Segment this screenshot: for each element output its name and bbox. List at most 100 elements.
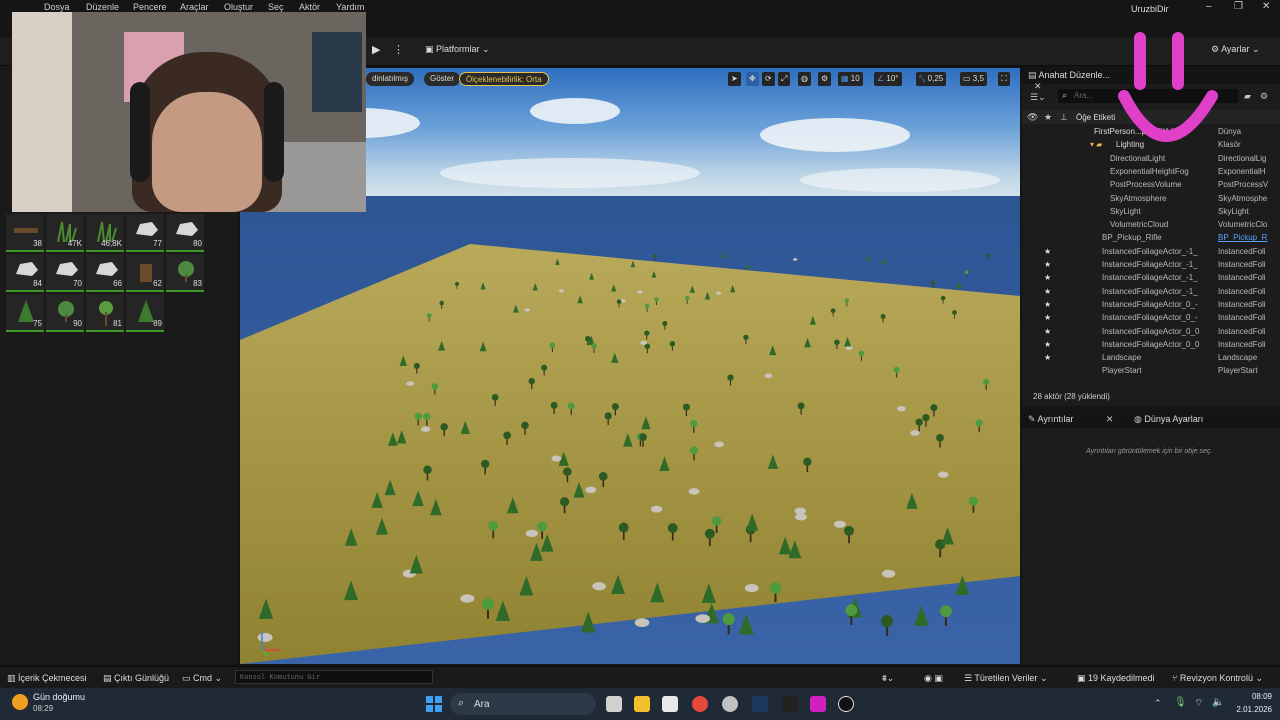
volume-icon[interactable]: 🔈 <box>1212 697 1224 708</box>
pin-icon[interactable]: ⊥ <box>1060 112 1068 123</box>
foliage-tile[interactable]: 70 <box>46 254 84 292</box>
menu-item[interactable]: Seç <box>268 2 284 12</box>
menu-item[interactable]: Oluştur <box>224 2 253 12</box>
favorite-star-icon[interactable]: ★ <box>1044 300 1051 309</box>
file-explorer-icon[interactable] <box>634 696 650 712</box>
foliage-tile[interactable]: 66 <box>86 254 124 292</box>
outliner-row[interactable]: ★ InstancedFoliageActor_0_0 InstancedFoli <box>1022 327 1280 340</box>
outliner-row[interactable]: SkyAtmosphere SkyAtmosphe <box>1022 194 1280 207</box>
details-tab[interactable]: ✎ Ayrıntılar ✕ <box>1028 414 1113 425</box>
close-tab-icon[interactable]: ✕ <box>1034 81 1042 91</box>
show-button[interactable]: Göster <box>424 72 461 86</box>
outliner-row[interactable]: ★ InstancedFoliageActor_0_- InstancedFoli <box>1022 300 1280 313</box>
foliage-tile[interactable]: 80 <box>166 214 204 252</box>
store-icon[interactable] <box>662 696 678 712</box>
scalability-button[interactable]: Ölçeklenebilirlik: Orta <box>459 72 549 86</box>
favorite-star-icon[interactable]: ★ <box>1044 353 1051 362</box>
world-settings-tab[interactable]: ◍ Dünya Ayarları <box>1134 414 1203 425</box>
outliner-row[interactable]: ExponentialHeightFog ExponentialH <box>1022 167 1280 180</box>
select-tool-icon[interactable]: ➤ <box>728 72 741 86</box>
outliner-row[interactable]: PlayerStart PlayerStart <box>1022 366 1280 379</box>
taskbar-search[interactable]: ⌕ <box>450 693 596 715</box>
world-space-icon[interactable]: ◍ <box>798 72 811 86</box>
steam-icon[interactable] <box>752 696 768 712</box>
minimize-icon[interactable]: – <box>1206 1 1212 12</box>
outliner-row[interactable]: SkyLight SkyLight <box>1022 207 1280 220</box>
obs-icon[interactable] <box>722 696 738 712</box>
outliner-row[interactable]: VolumetricCloud VolumetricClo <box>1022 220 1280 233</box>
outliner-item-type[interactable]: BP_Pickup_R <box>1218 233 1278 242</box>
favorite-star-icon[interactable]: ★ <box>1044 287 1051 296</box>
outliner-row[interactable]: ★ Landscape Landscape <box>1022 353 1280 366</box>
foliage-tile[interactable]: 38 <box>6 214 44 252</box>
unreal-engine-icon[interactable] <box>838 696 854 712</box>
play-button[interactable]: ▶ <box>372 43 386 57</box>
record-icon[interactable]: ◉ ▣ <box>924 673 943 684</box>
console-input[interactable]: Konsol Komutunu Gir <box>235 670 433 684</box>
new-folder-icon[interactable]: ▰ <box>1244 91 1251 102</box>
wifi-icon[interactable]: ⌔ <box>1194 697 1203 710</box>
favorite-star-icon[interactable]: ★ <box>1044 340 1051 349</box>
derived-data-button[interactable]: ☰ Türetilen Veriler ⌄ <box>964 673 1047 684</box>
output-log-button[interactable]: ▤ Çıktı Günlüğü <box>103 673 169 684</box>
menu-item[interactable]: Düzenle <box>86 2 119 12</box>
favorite-star-icon[interactable]: ★ <box>1044 260 1051 269</box>
unsaved-button[interactable]: ▣ 19 Kaydedilmedi <box>1077 673 1155 684</box>
epic-games-icon[interactable] <box>782 696 798 712</box>
favorite-star-icon[interactable]: ★ <box>1044 327 1051 336</box>
outliner-row[interactable]: ★ InstancedFoliageActor_0_0 InstancedFoli <box>1022 340 1280 353</box>
close-icon[interactable]: ✕ <box>1262 1 1270 12</box>
favorite-star-icon[interactable]: ★ <box>1044 247 1051 256</box>
foliage-tile[interactable]: 83 <box>166 254 204 292</box>
weather-title[interactable]: Gün doğumu <box>33 692 85 702</box>
move-tool-icon[interactable]: ✥ <box>746 72 759 86</box>
menu-item[interactable]: Araçlar <box>180 2 209 12</box>
foliage-tile[interactable]: 62 <box>126 254 164 292</box>
camera-speed-button[interactable]: ▭ 3,5 <box>960 72 987 86</box>
grid-snap-button[interactable]: ▦ 10 <box>838 72 863 86</box>
outliner-row[interactable]: ★ InstancedFoliageActor_-1_ InstancedFoli <box>1022 247 1280 260</box>
taskbar-date[interactable]: 2.01.2026 <box>1232 705 1272 714</box>
foliage-tile[interactable]: 84 <box>6 254 44 292</box>
cmd-dropdown[interactable]: ▭ Cmd ⌄ <box>182 673 222 684</box>
maximize-viewport-icon[interactable]: ⛶ <box>998 72 1010 86</box>
rotation-snap-button[interactable]: ∠ 10° <box>874 72 902 86</box>
tray-chevron-icon[interactable]: ⌃ <box>1154 698 1162 709</box>
app-icon[interactable] <box>810 696 826 712</box>
lit-mode-button[interactable]: dinlatılmış <box>366 72 415 86</box>
platforms-button[interactable]: ▣ Platformlar ⌄ <box>425 44 490 55</box>
microphone-icon[interactable]: 🎙 <box>1174 697 1187 708</box>
menu-item[interactable]: Dosya <box>44 2 70 12</box>
outliner-row[interactable]: ★ InstancedFoliageActor_-1_ InstancedFoli <box>1022 273 1280 286</box>
foliage-tile[interactable]: 46,8K <box>86 214 124 252</box>
visibility-icon[interactable]: 👁 <box>1027 112 1038 123</box>
outliner-row[interactable]: BP_Pickup_Rifle BP_Pickup_R <box>1022 233 1280 246</box>
foliage-tile[interactable]: 75 <box>6 294 44 332</box>
content-drawer-button[interactable]: ▥ İçerik Çekmecesi <box>7 673 87 684</box>
favorite-icon[interactable]: ★ <box>1044 112 1052 123</box>
foliage-tile[interactable]: 89 <box>126 294 164 332</box>
surface-snap-icon[interactable]: ⚙ <box>818 72 832 86</box>
menu-item[interactable]: Yardım <box>336 2 364 12</box>
outliner-settings-icon[interactable]: ⚙ <box>1260 91 1268 102</box>
chrome-icon[interactable] <box>692 696 708 712</box>
revision-control-button[interactable]: ⑂ Revizyon Kontrolü ⌄ <box>1172 673 1263 684</box>
scale-snap-button[interactable]: ⤡ 0,25 <box>916 72 947 86</box>
windows-start-icon[interactable] <box>426 696 442 712</box>
foliage-tile[interactable]: 81 <box>86 294 124 332</box>
outliner-row[interactable]: PostProcessVolume PostProcessV <box>1022 180 1280 193</box>
outliner-row[interactable]: ★ InstancedFoliageActor_-1_ InstancedFoli <box>1022 287 1280 300</box>
taskbar-clock[interactable]: 08:09 <box>1232 692 1272 701</box>
more-options-icon[interactable]: ⋮ <box>393 43 404 56</box>
trace-dropdown[interactable]: ⩩⌄ <box>882 673 894 684</box>
foliage-tile[interactable]: 77 <box>126 214 164 252</box>
foliage-tile[interactable]: 90 <box>46 294 84 332</box>
rotate-tool-icon[interactable]: ⟳ <box>762 72 775 86</box>
outliner-row[interactable]: ★ InstancedFoliageActor_-1_ InstancedFoli <box>1022 260 1280 273</box>
foliage-tile[interactable]: 47K <box>46 214 84 252</box>
favorite-star-icon[interactable]: ★ <box>1044 273 1051 282</box>
menu-item[interactable]: Aktör <box>299 2 320 12</box>
favorite-star-icon[interactable]: ★ <box>1044 313 1051 322</box>
menu-item[interactable]: Pencere <box>133 2 167 12</box>
task-view-icon[interactable] <box>606 696 622 712</box>
